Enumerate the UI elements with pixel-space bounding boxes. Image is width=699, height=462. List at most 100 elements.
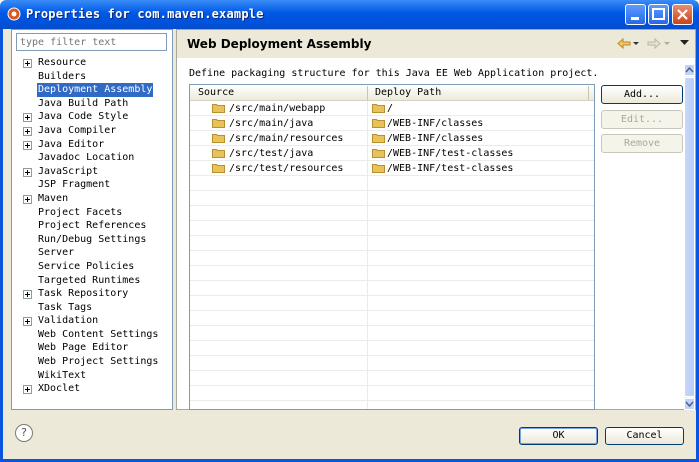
help-button[interactable]: ?	[15, 424, 33, 442]
ok-button[interactable]: OK	[519, 427, 598, 445]
help-icon: ?	[21, 426, 27, 439]
tree-item-label: Deployment Assembly	[37, 83, 154, 97]
expand-icon[interactable]	[23, 385, 32, 395]
filter-input[interactable]	[16, 33, 167, 51]
chevron-down-icon	[685, 401, 694, 408]
empty-row	[190, 386, 594, 401]
tree-item[interactable]: Project References	[12, 219, 172, 233]
tree-item-label: Run/Debug Settings	[38, 233, 147, 245]
source-cell: /src/test/java	[229, 148, 314, 159]
tree-item-label: Resource	[38, 57, 87, 68]
gear-icon	[7, 7, 21, 21]
column-header-deploy-path[interactable]: Deploy Path	[375, 87, 441, 98]
minimize-button[interactable]	[625, 4, 646, 25]
tree-item-label: Task Repository	[38, 288, 129, 300]
close-icon	[677, 9, 688, 20]
tree-item[interactable]: JavaScript	[12, 165, 172, 179]
expand-icon[interactable]	[23, 290, 32, 300]
tree-item[interactable]: Targeted Runtimes	[12, 274, 172, 288]
tree-item[interactable]: Java Compiler	[12, 124, 172, 138]
tree-item[interactable]: Web Content Settings	[12, 328, 172, 342]
tree-item[interactable]: Resource	[12, 56, 172, 70]
table-row[interactable]: /src/test/resources/WEB-INF/test-classes	[190, 161, 594, 176]
scroll-down-arrow[interactable]	[684, 398, 695, 410]
expand-icon[interactable]	[23, 317, 32, 327]
cancel-button[interactable]: Cancel	[605, 427, 684, 445]
empty-row	[190, 251, 594, 266]
column-separator[interactable]	[588, 86, 589, 100]
empty-row	[190, 206, 594, 221]
tree-item[interactable]: XDoclet	[12, 382, 172, 396]
window-title: Properties for com.maven.example	[26, 7, 264, 21]
scroll-thumb[interactable]	[684, 77, 695, 397]
folder-icon	[372, 164, 385, 173]
edit-button[interactable]: Edit...	[601, 110, 683, 129]
folder-icon	[212, 164, 225, 173]
deploy-path-cell: /WEB-INF/classes	[387, 118, 484, 129]
expand-icon[interactable]	[23, 194, 32, 204]
empty-row	[190, 341, 594, 356]
tree-item-label: Targeted Runtimes	[38, 274, 141, 286]
deploy-path-cell: /WEB-INF/test-classes	[387, 148, 514, 159]
forward-menu-chevron-icon[interactable]	[664, 42, 670, 46]
folder-icon	[372, 104, 385, 113]
chevron-up-icon	[685, 66, 694, 73]
add-button[interactable]: Add...	[601, 85, 683, 104]
tree-item[interactable]: Java Code Style	[12, 110, 172, 124]
back-menu-chevron-icon[interactable]	[633, 42, 639, 46]
folder-icon	[212, 149, 225, 158]
tree-item[interactable]: Javadoc Location	[12, 151, 172, 165]
tree-item[interactable]: Project Facets	[12, 206, 172, 220]
empty-row	[190, 191, 594, 206]
expand-icon[interactable]	[23, 140, 32, 150]
maximize-button[interactable]	[648, 4, 669, 25]
tree-item-label: Javadoc Location	[38, 152, 135, 164]
column-separator[interactable]	[367, 86, 368, 100]
tree-item[interactable]: Validation	[12, 314, 172, 328]
forward-arrow-icon[interactable]	[647, 38, 661, 49]
tree-item[interactable]: WikiText	[12, 369, 172, 383]
expand-icon[interactable]	[23, 167, 32, 177]
tree-item[interactable]: Maven	[12, 192, 172, 206]
tree-item-label: Project References	[38, 220, 147, 232]
dialog-body: ResourceBuildersDeployment AssemblyJava …	[0, 29, 699, 462]
tree-item[interactable]: Web Page Editor	[12, 341, 172, 355]
tree-item[interactable]: Task Tags	[12, 301, 172, 315]
tree-item-label: JSP Fragment	[38, 179, 111, 191]
tree-item[interactable]: Builders	[12, 70, 172, 84]
tree-item[interactable]: JSP Fragment	[12, 178, 172, 192]
empty-row	[190, 401, 594, 416]
scroll-up-arrow[interactable]	[684, 64, 695, 76]
tree-item[interactable]: Deployment Assembly	[12, 83, 172, 97]
tree-item[interactable]: Java Editor	[12, 138, 172, 152]
remove-button[interactable]: Remove	[601, 134, 683, 153]
tree-item[interactable]: Java Build Path	[12, 97, 172, 111]
table-row[interactable]: /src/main/resources/WEB-INF/classes	[190, 131, 594, 146]
assembly-table: Source Deploy Path /src/main/webapp //src…	[189, 84, 595, 416]
empty-row	[190, 371, 594, 386]
view-menu-chevron-icon[interactable]	[680, 40, 689, 46]
expand-icon[interactable]	[23, 113, 32, 123]
tree-item[interactable]: Service Policies	[12, 260, 172, 274]
empty-row	[190, 326, 594, 341]
empty-row	[190, 356, 594, 371]
tree-item[interactable]: Web Project Settings	[12, 355, 172, 369]
tree-item-label: Task Tags	[38, 301, 93, 313]
tree-item[interactable]: Run/Debug Settings	[12, 233, 172, 247]
table-row[interactable]: /src/main/webapp /	[190, 101, 594, 116]
folder-icon	[372, 119, 385, 128]
table-row[interactable]: /src/test/java/WEB-INF/test-classes	[190, 146, 594, 161]
deploy-path-cell: /WEB-INF/classes	[387, 133, 484, 144]
column-header-source[interactable]: Source	[198, 87, 234, 98]
tree-item-label: Validation	[38, 315, 99, 327]
page-title: Web Deployment Assembly	[187, 37, 372, 51]
tree-item[interactable]: Task Repository	[12, 287, 172, 301]
vertical-scrollbar[interactable]	[684, 64, 695, 410]
expand-icon[interactable]	[23, 126, 32, 136]
source-cell: /src/main/webapp	[229, 103, 326, 114]
back-arrow-icon[interactable]	[617, 38, 631, 49]
tree-item[interactable]: Server	[12, 246, 172, 260]
expand-icon[interactable]	[23, 59, 32, 68]
table-row[interactable]: /src/main/java/WEB-INF/classes	[190, 116, 594, 131]
close-button[interactable]	[672, 4, 693, 25]
